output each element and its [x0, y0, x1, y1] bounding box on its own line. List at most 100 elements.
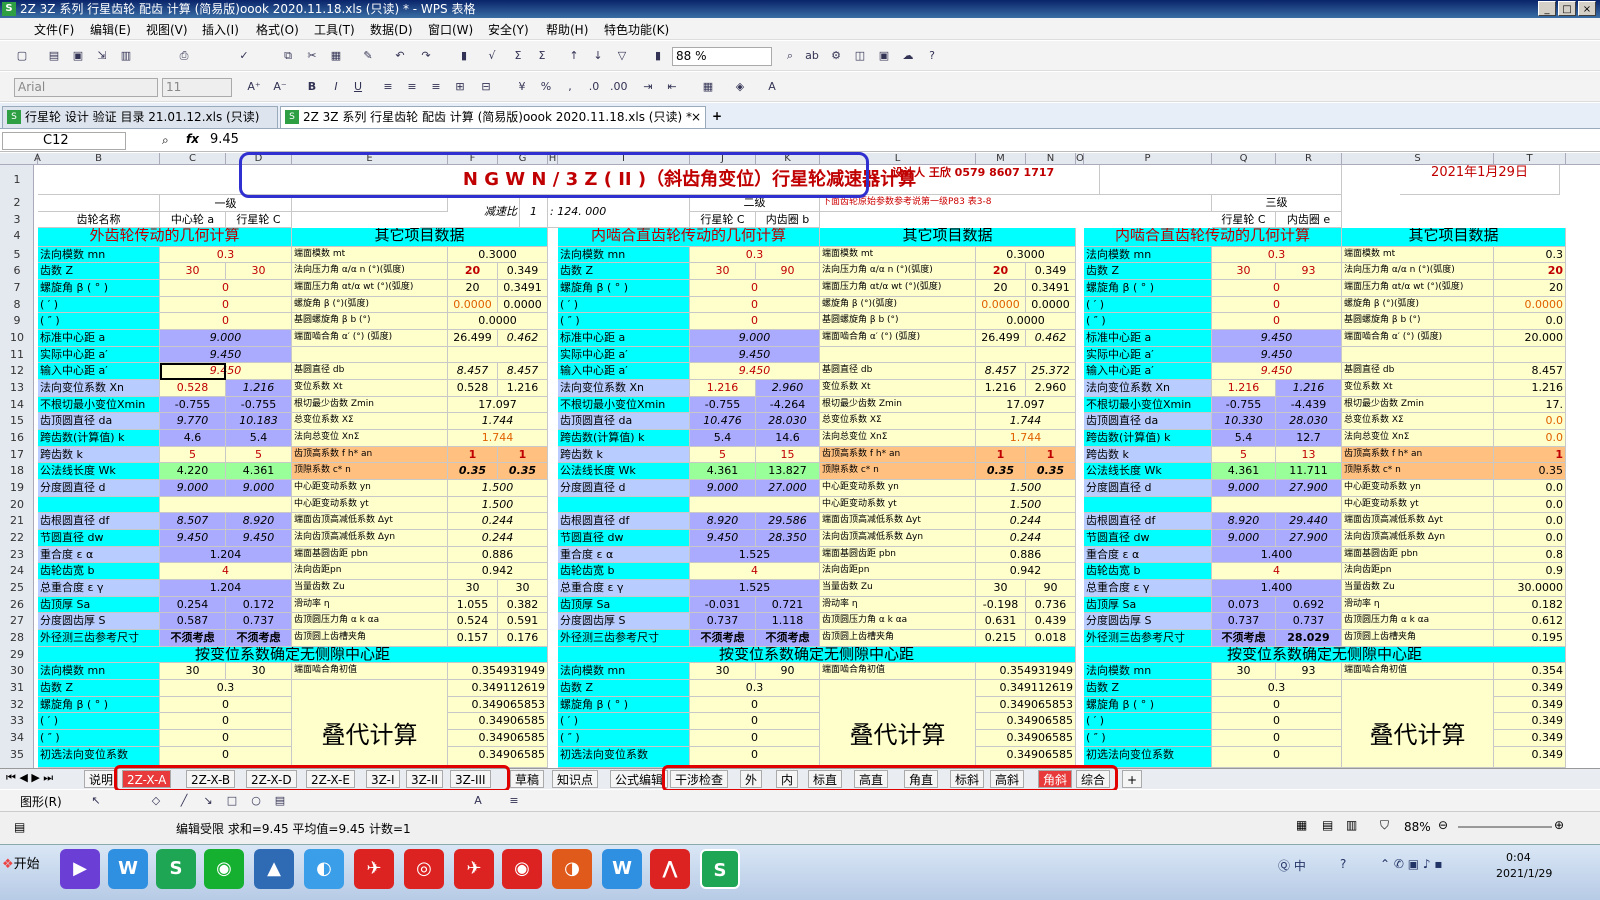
beta-deg[interactable]: 0.0000	[976, 297, 1026, 313]
param-label[interactable]: 变位系数 Xt	[1342, 380, 1494, 397]
help-icon[interactable]: ?	[924, 48, 940, 64]
helix-min[interactable]: 0	[1212, 297, 1342, 313]
ref-b[interactable]: 不须考虑	[756, 630, 820, 647]
param-label[interactable]: 中心距变动系数 yt	[292, 497, 448, 513]
param-label[interactable]: 中心距变动系数 yn	[292, 480, 448, 497]
param-label[interactable]: 总重合度 ε γ	[558, 580, 690, 597]
inc-decimal-icon[interactable]: .0	[586, 79, 602, 95]
param-label[interactable]: 滑动率 η	[292, 597, 448, 613]
zu-a[interactable]: 30	[448, 580, 498, 597]
sort-desc-icon[interactable]: ↓	[590, 48, 606, 64]
row-header[interactable]: 30	[0, 664, 34, 681]
param-label[interactable]: 端面啮合角 α′ (°) (弧度)	[292, 330, 448, 347]
param-label[interactable]: 变位系数 Xt	[820, 380, 976, 397]
lower-val[interactable]: 0	[160, 730, 292, 747]
menu-format[interactable]: 格式(O)	[256, 21, 299, 38]
helix-min[interactable]: 0	[160, 297, 292, 313]
bold-icon[interactable]: B	[304, 79, 320, 95]
outdent-icon[interactable]: ⇤	[664, 79, 680, 95]
eta-a[interactable]: 1.055	[448, 597, 498, 613]
sheet-date[interactable]: 2021年1月29日	[1400, 165, 1560, 195]
kc-b[interactable]: 5.4	[226, 430, 292, 447]
pdf-icon[interactable]: ⋀	[650, 849, 690, 889]
param-label[interactable]: 顶隙系数 c* n	[820, 463, 976, 480]
db-b[interactable]: 25.372	[1026, 363, 1076, 380]
iteration-value[interactable]: 0.34906585	[448, 713, 548, 730]
cut-icon[interactable]: ✂	[304, 48, 320, 64]
an-rad[interactable]: 0.349	[1026, 263, 1076, 280]
tool-icon[interactable]: ⚙	[828, 48, 844, 64]
eta-a[interactable]: -0.198	[976, 597, 1026, 613]
row-header[interactable]: 5	[0, 248, 34, 264]
ea-value[interactable]: 1.400	[1212, 547, 1342, 563]
param-label[interactable]: 齿顶厚 Sa	[38, 597, 160, 613]
param-label[interactable]: 法向齿距pn	[292, 563, 448, 580]
param-label[interactable]: ( ′ )	[558, 297, 690, 313]
wk-b[interactable]: 13.827	[756, 463, 820, 480]
lower-label[interactable]: 法向模数 mn	[1084, 663, 1212, 680]
browser-icon[interactable]: ◐	[304, 849, 344, 889]
helix-sec[interactable]: 0	[160, 313, 292, 330]
lower-val[interactable]: 0	[690, 697, 820, 713]
row-header[interactable]: 26	[0, 598, 34, 614]
param-label[interactable]: 齿顶圆上齿槽夹角	[292, 630, 448, 647]
dw-b[interactable]: 28.350	[756, 530, 820, 547]
eg-value[interactable]: 1.525	[690, 580, 820, 597]
sa-b[interactable]: 0.692	[1276, 597, 1342, 613]
param-label[interactable]: ( ′ )	[1084, 297, 1212, 313]
param-label[interactable]: 端面啮合角 α′ (°) (弧度)	[1342, 330, 1494, 347]
dec-decimal-icon[interactable]: .00	[610, 79, 628, 95]
close-tab-icon[interactable]: ×	[691, 107, 701, 127]
param-label[interactable]: 齿数 Z	[1084, 263, 1212, 280]
row-header[interactable]: 17	[0, 448, 34, 464]
dyt-value[interactable]: 0.244	[448, 513, 548, 530]
iteration-label[interactable]: 叠代计算	[1342, 680, 1494, 768]
search-icon[interactable]: ⌕	[162, 133, 169, 148]
param-label[interactable]: 基圆螺旋角 β b (°)	[820, 313, 976, 330]
cn-a[interactable]: 0.35	[448, 463, 498, 480]
ea-value[interactable]: 1.525	[690, 547, 820, 563]
param-label[interactable]: 端面基圆齿距 pbn	[292, 547, 448, 563]
lower-label[interactable]: 齿数 Z	[1084, 680, 1212, 697]
param-label[interactable]: 外径测三齿参考尺寸	[558, 630, 690, 647]
df-a[interactable]: 8.920	[1212, 513, 1276, 530]
lower-label[interactable]: ( ′ )	[1084, 713, 1212, 730]
cn-b[interactable]: 0.35	[1026, 463, 1076, 480]
std-center[interactable]: 9.000	[160, 330, 292, 347]
lower-val[interactable]: 0	[690, 713, 820, 730]
an-rad[interactable]: 0.349	[498, 263, 548, 280]
xt-b[interactable]: 1.216	[498, 380, 548, 397]
lower-z[interactable]: 0.3	[1212, 680, 1342, 697]
param-label[interactable]: 法向总变位 XnΣ	[1342, 430, 1494, 447]
param-label[interactable]: 跨齿数 k	[558, 447, 690, 463]
iteration-value[interactable]: 0.349112619	[976, 680, 1076, 697]
da-a[interactable]: 10.330	[1212, 413, 1276, 430]
slot-b[interactable]: 0.018	[1026, 630, 1076, 647]
lower-val[interactable]: 0	[160, 713, 292, 730]
da-b[interactable]: 10.183	[226, 413, 292, 430]
row-header[interactable]: 3	[0, 213, 34, 229]
param-label[interactable]	[1084, 497, 1212, 513]
page-layout-icon[interactable]: ▤	[1322, 818, 1333, 832]
lower-label[interactable]: 螺旋角 β ( ° )	[558, 697, 690, 713]
sa-a[interactable]: 0.073	[1212, 597, 1276, 613]
k-b[interactable]: 13	[1276, 447, 1342, 463]
section-other-3[interactable]: 其它项目数据	[1342, 228, 1566, 247]
wps-writer-2-icon[interactable]: W	[602, 849, 642, 889]
param-label[interactable]: 法向变位系数 Xn	[1084, 380, 1212, 397]
zu-b[interactable]: 90	[1026, 580, 1076, 597]
param-label[interactable]: 当量齿数 Zu	[820, 580, 976, 597]
iteration-value[interactable]: 0.349	[1494, 747, 1566, 768]
stage3-other-value[interactable]: 1	[1494, 447, 1566, 463]
teeth-b[interactable]: 93	[1276, 263, 1342, 280]
row-header[interactable]: 33	[0, 714, 34, 731]
iteration-value[interactable]: 0.34906585	[976, 730, 1076, 747]
param-label[interactable]: 节圆直径 dw	[1084, 530, 1212, 547]
ref-b[interactable]: 28.029	[1276, 630, 1342, 647]
param-label[interactable]: 根切最少齿数 Zmin	[820, 397, 976, 413]
xmin-b[interactable]: -4.264	[756, 397, 820, 413]
normal-view-icon[interactable]: ▦	[1296, 818, 1307, 832]
std-center[interactable]: 9.450	[1212, 330, 1342, 347]
slot-a[interactable]: 0.215	[976, 630, 1026, 647]
param-label[interactable]: 齿顶圆上齿槽夹角	[820, 630, 976, 647]
